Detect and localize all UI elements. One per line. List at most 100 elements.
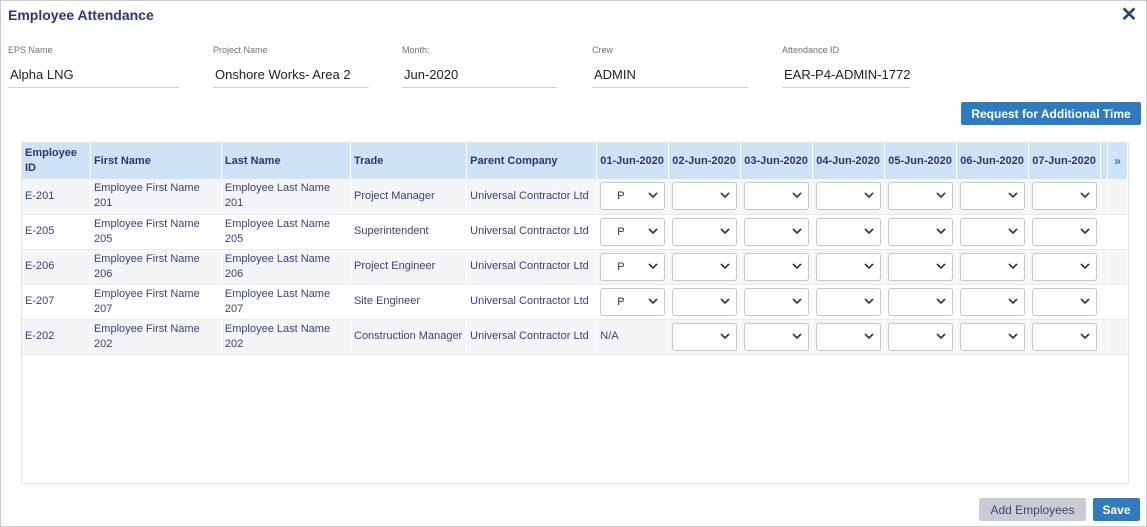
- attendance-select[interactable]: [960, 322, 1026, 351]
- chevron-down-icon: [864, 297, 874, 304]
- chevron-down-icon: [720, 297, 730, 304]
- chevron-down-icon: [864, 227, 874, 234]
- crew-value: ADMIN: [592, 63, 748, 88]
- cell-last-name: Employee Last Name 202: [221, 319, 352, 355]
- attendance-select[interactable]: P: [600, 287, 666, 316]
- eps-name-label: EPS Name: [8, 45, 53, 55]
- attendance-select[interactable]: [672, 287, 738, 316]
- cell-attendance: [884, 249, 958, 285]
- cell-parent-company: Universal Contractor Ltd: [466, 249, 598, 285]
- cell-attendance: [1028, 214, 1102, 250]
- attendance-select[interactable]: [1032, 287, 1098, 316]
- attendance-select[interactable]: [672, 322, 738, 351]
- attendance-select[interactable]: [960, 287, 1026, 316]
- attendance-select[interactable]: [816, 182, 882, 211]
- attendance-select[interactable]: P: [600, 217, 666, 246]
- attendance-select[interactable]: [744, 287, 810, 316]
- header-first-name[interactable]: First Name: [90, 143, 222, 179]
- scroll-more-columns-icon[interactable]: »: [1107, 143, 1128, 179]
- chevron-down-icon: [936, 297, 946, 304]
- attendance-select[interactable]: [1032, 322, 1098, 351]
- crew-label: Crew: [592, 45, 614, 55]
- cell-trade: Project Engineer: [350, 249, 468, 285]
- header-trade[interactable]: Trade: [350, 143, 468, 179]
- chevron-down-icon: [1080, 227, 1090, 234]
- cell-trade: Construction Manager: [350, 319, 468, 355]
- close-icon[interactable]: ✕: [1118, 4, 1140, 26]
- attendance-select[interactable]: [888, 322, 954, 351]
- request-additional-time-button[interactable]: Request for Additional Time: [961, 102, 1141, 125]
- chevron-down-icon: [864, 262, 874, 269]
- attendance-select[interactable]: [744, 252, 810, 281]
- cell-attendance: [956, 214, 1030, 250]
- cell-trade: Project Manager: [350, 179, 468, 215]
- chevron-down-icon: [936, 332, 946, 339]
- attendance-select[interactable]: [744, 322, 810, 351]
- chevron-down-icon: [720, 227, 730, 234]
- attendance-select[interactable]: [744, 217, 810, 246]
- save-button[interactable]: Save: [1093, 498, 1140, 521]
- cell-first-name: Employee First Name 207: [90, 284, 222, 320]
- header-date: 06-Jun-2020: [956, 143, 1030, 179]
- cell-spacer: [1107, 179, 1128, 215]
- cell-attendance: [812, 284, 886, 320]
- cell-attendance: [884, 284, 958, 320]
- attendance-select[interactable]: P: [600, 252, 666, 281]
- cell-attendance: [668, 249, 742, 285]
- attendance-select[interactable]: [960, 217, 1026, 246]
- attendance-select[interactable]: [672, 182, 738, 211]
- table-header-row: Employee ID First Name Last Name Trade P…: [22, 143, 1128, 179]
- cell-attendance: [740, 214, 814, 250]
- attendance-select[interactable]: [888, 182, 954, 211]
- header-date: 01-Jun-2020: [596, 143, 670, 179]
- cell-attendance: [812, 249, 886, 285]
- cell-attendance: [740, 249, 814, 285]
- chevron-down-icon: [1008, 192, 1018, 199]
- cell-attendance: [884, 179, 958, 215]
- cell-first-name: Employee First Name 202: [90, 319, 222, 355]
- chevron-down-icon: [1080, 192, 1090, 199]
- header-last-name[interactable]: Last Name: [221, 143, 352, 179]
- attendance-select[interactable]: [1032, 217, 1098, 246]
- attendance-select[interactable]: P: [600, 182, 666, 211]
- cell-attendance: [1028, 249, 1102, 285]
- table-row: E-201 Employee First Name 201 Employee Las…: [22, 179, 1128, 215]
- cell-first-name: Employee First Name 205: [90, 214, 222, 250]
- attendance-select-value: P: [617, 295, 625, 308]
- cell-attendance: [740, 179, 814, 215]
- dialog-title: Employee Attendance: [8, 7, 154, 23]
- cell-attendance: [740, 319, 814, 355]
- chevron-down-icon: [1080, 332, 1090, 339]
- chevron-down-icon: [648, 192, 658, 199]
- attendance-select[interactable]: [816, 252, 882, 281]
- cell-attendance: [956, 319, 1030, 355]
- attendance-select[interactable]: [1032, 182, 1098, 211]
- attendance-select[interactable]: [888, 217, 954, 246]
- chevron-down-icon: [792, 332, 802, 339]
- chevron-down-icon: [864, 192, 874, 199]
- attendance-select[interactable]: [1032, 252, 1098, 281]
- attendance-id-field: Attendance ID EAR-P4-ADMIN-1772: [782, 45, 910, 88]
- attendance-select[interactable]: [888, 252, 954, 281]
- chevron-down-icon: [936, 262, 946, 269]
- header-employee-id[interactable]: Employee ID: [22, 143, 91, 179]
- cell-attendance: [1028, 179, 1102, 215]
- attendance-select[interactable]: [816, 322, 882, 351]
- attendance-select-value: P: [617, 260, 625, 273]
- attendance-select[interactable]: [672, 252, 738, 281]
- header-date: 05-Jun-2020: [884, 143, 958, 179]
- attendance-select[interactable]: [816, 287, 882, 316]
- add-employees-button[interactable]: Add Employees: [979, 498, 1086, 521]
- attendance-select[interactable]: [744, 182, 810, 211]
- chevron-down-icon: [1008, 262, 1018, 269]
- attendance-id-value: EAR-P4-ADMIN-1772: [782, 63, 910, 88]
- attendance-select[interactable]: [816, 217, 882, 246]
- cell-attendance: [884, 319, 958, 355]
- cell-attendance: P: [596, 179, 670, 215]
- attendance-select[interactable]: [960, 182, 1026, 211]
- header-parent-company[interactable]: Parent Company: [466, 143, 598, 179]
- cell-employee-id: E-205: [22, 214, 91, 250]
- attendance-select[interactable]: [960, 252, 1026, 281]
- attendance-select[interactable]: [888, 287, 954, 316]
- attendance-select[interactable]: [672, 217, 738, 246]
